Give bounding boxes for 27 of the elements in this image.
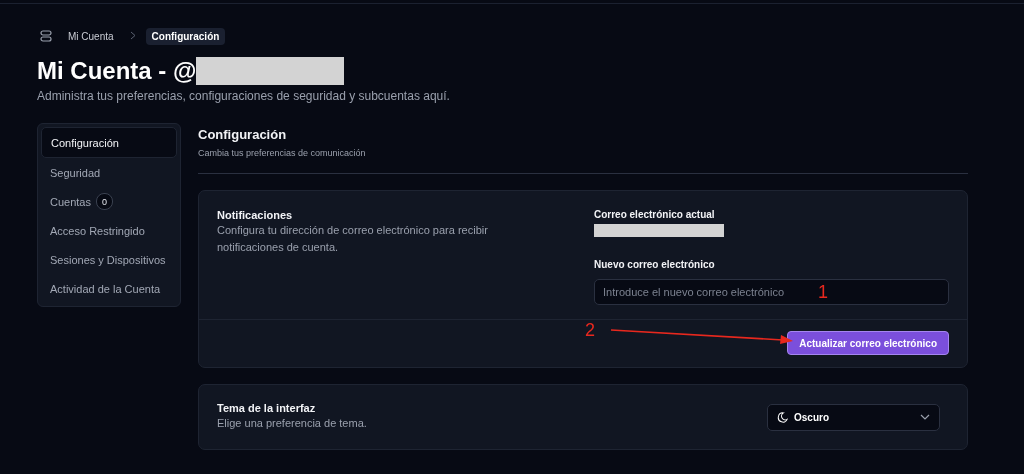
count-badge: 0 <box>96 193 113 210</box>
annotation-number: 1 <box>818 282 828 303</box>
field-label: Nuevo correo electrónico <box>594 259 716 270</box>
chevron-right-icon <box>129 30 136 42</box>
card-description: Configura tu dirección de correo electrónico para recibir notificaciones de cuenta. <box>217 223 489 255</box>
sidebar-item[interactable]: Seguridad <box>41 158 177 187</box>
sidebar-item[interactable]: Sesiones y Dispositivos <box>41 245 177 274</box>
card-title: Notificaciones <box>217 209 294 221</box>
breadcrumb-link[interactable]: Mi Cuenta <box>62 27 120 45</box>
page-title: Mi Cuenta - @ <box>37 57 197 85</box>
section-subtitle: Cambia tus preferencias de comunicación <box>198 148 367 158</box>
sidebar-item[interactable]: Actividad de la Cuenta <box>41 274 177 303</box>
sidebar-item[interactable]: Configuración <box>41 127 177 158</box>
section-title: Configuración <box>198 127 288 142</box>
card-title: Tema de la interfaz <box>217 402 317 414</box>
sidebar-item[interactable]: Acceso Restringido <box>41 216 177 245</box>
update-email-button[interactable]: Actualizar correo electrónico <box>787 331 949 355</box>
page-subtitle: Administra tus preferencias, configuraciones de seguridad y subcuentas aquí. <box>37 89 451 103</box>
card-description: Elige una preferencia de tema. <box>217 416 368 431</box>
moon-icon <box>777 411 788 423</box>
theme-dropdown[interactable]: Oscuro <box>767 403 940 431</box>
sidebar-item[interactable]: Cuentas 0 <box>41 187 177 216</box>
chevron-down-icon <box>920 414 930 420</box>
field-label: Correo electrónico actual <box>594 209 716 220</box>
breadcrumb-link[interactable]: Configuración <box>145 27 226 45</box>
layout-icon <box>40 30 52 42</box>
annotation-number: 2 <box>585 320 595 341</box>
